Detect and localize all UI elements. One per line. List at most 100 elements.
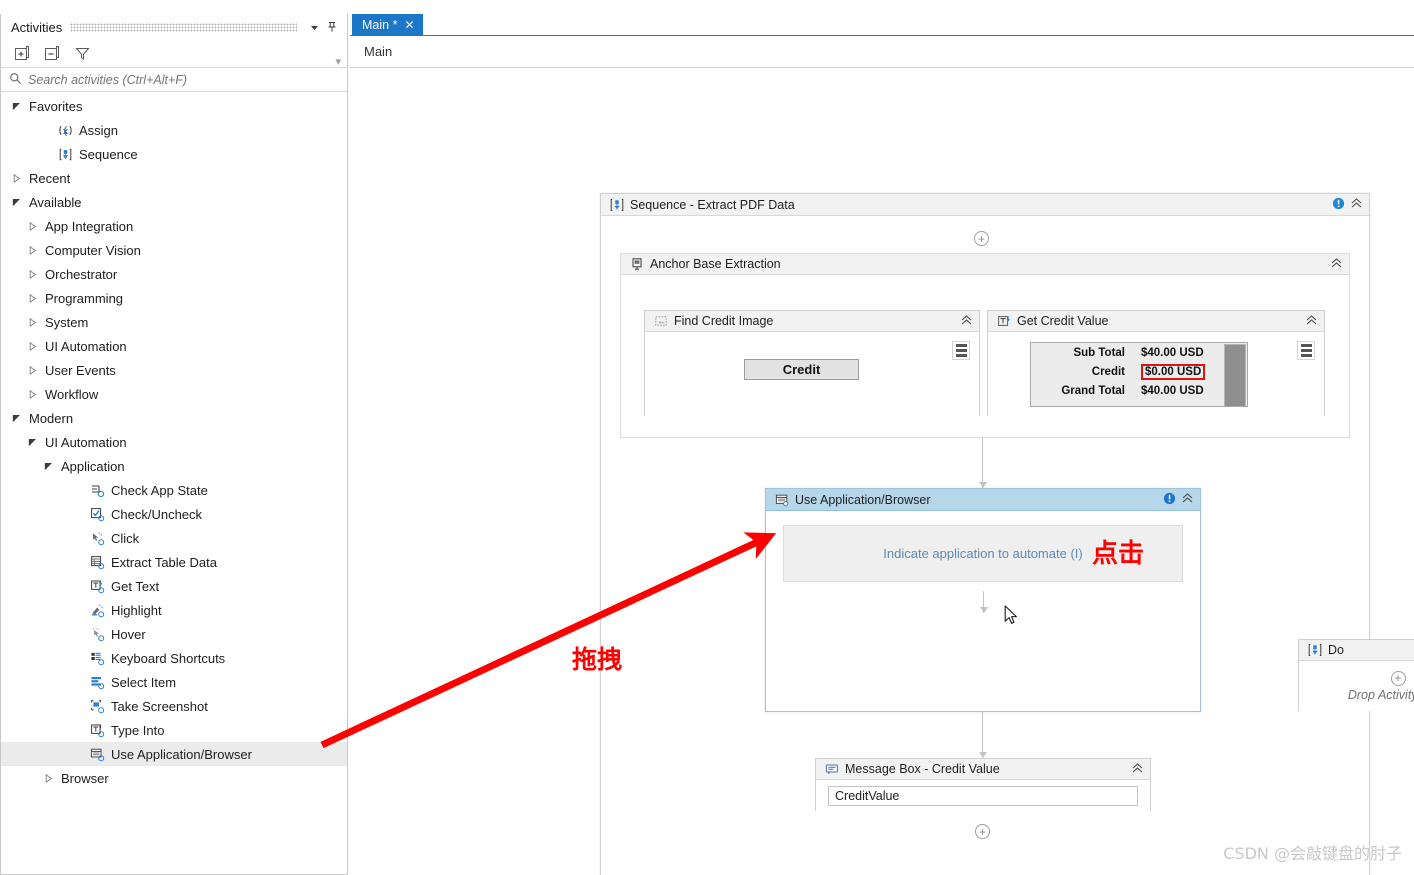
- tree-item-label: Click: [111, 530, 140, 546]
- tree-item-extract-table-data[interactable]: Extract Table Data: [1, 550, 347, 574]
- tree-item-workflow[interactable]: Workflow: [1, 382, 347, 406]
- search-activities-row[interactable]: [1, 68, 347, 92]
- tree-item-highlight[interactable]: Highlight: [1, 598, 347, 622]
- use-app-browser-title: Use Application/Browser: [795, 492, 931, 507]
- tree-item-orchestrator[interactable]: Orchestrator: [1, 262, 347, 286]
- activity-get-credit-value[interactable]: Get Credit Value Sub Total $40.00 USD Cred…: [987, 310, 1325, 416]
- tree-item-ui-automation[interactable]: UI Automation: [1, 334, 347, 358]
- tree-item-label: Keyboard Shortcuts: [111, 650, 226, 666]
- find-credit-image-header[interactable]: Find Credit Image: [645, 311, 979, 332]
- tree-item-recent[interactable]: Recent: [1, 166, 347, 190]
- check-uncheck-icon: [87, 507, 107, 522]
- twisty-collapsed-icon[interactable]: [25, 245, 39, 255]
- indicate-application-label: Indicate application to automate (I): [883, 546, 1083, 561]
- use-app-browser-header[interactable]: Use Application/Browser: [766, 489, 1200, 511]
- tree-item-hover[interactable]: Hover: [1, 622, 347, 646]
- twisty-collapsed-icon[interactable]: [25, 341, 39, 351]
- table-row: Credit $0.00 USD: [1031, 362, 1247, 381]
- add-activity-button-bottom[interactable]: +: [975, 824, 990, 839]
- hamburger-menu-icon[interactable]: [952, 341, 970, 360]
- chevron-up-icon[interactable]: [1305, 314, 1318, 329]
- anchor-base-header[interactable]: Anchor Base Extraction: [621, 254, 1349, 275]
- close-icon[interactable]: ✕: [404, 19, 414, 31]
- tree-item-click[interactable]: Click: [1, 526, 347, 550]
- table-scrollbar[interactable]: [1224, 344, 1246, 406]
- tree-item-favorites[interactable]: Favorites: [1, 94, 347, 118]
- tree-item-computer-vision[interactable]: Computer Vision: [1, 238, 347, 262]
- select-item-icon: [87, 675, 107, 690]
- get-credit-value-header[interactable]: Get Credit Value: [988, 311, 1324, 332]
- message-box-title: Message Box - Credit Value: [845, 762, 1000, 776]
- tree-item-label: Take Screenshot: [111, 698, 208, 714]
- do-body-dropzone[interactable]: + Drop Activity Here: [1299, 661, 1414, 711]
- search-input[interactable]: [28, 72, 339, 87]
- twisty-collapsed-icon[interactable]: [25, 317, 39, 327]
- pin-icon[interactable]: [323, 18, 341, 36]
- activity-use-application-browser[interactable]: Use Application/Browser Indicate applica…: [765, 488, 1414, 712]
- activity-find-credit-image[interactable]: Find Credit Image Credit: [644, 310, 980, 416]
- twisty-collapsed-icon[interactable]: [25, 221, 39, 231]
- tree-item-get-text[interactable]: Get Text: [1, 574, 347, 598]
- sequence-icon: [608, 198, 625, 212]
- chevron-down-icon[interactable]: [305, 18, 323, 36]
- tree-item-available[interactable]: Available: [1, 190, 347, 214]
- chevron-up-icon[interactable]: [960, 314, 973, 329]
- tree-item-system[interactable]: System: [1, 310, 347, 334]
- activity-do[interactable]: Do + Drop Activity Here: [1298, 639, 1414, 711]
- message-box-text-field[interactable]: CreditValue: [828, 785, 1138, 806]
- chevron-up-icon[interactable]: [1350, 197, 1363, 212]
- activities-tree[interactable]: Favorites (x Assign Sequence Recent Available…: [1, 92, 347, 874]
- tree-item-use-application-browser[interactable]: Use Application/Browser: [1, 742, 347, 766]
- tree-item-keyboard-shortcuts[interactable]: Keyboard Shortcuts: [1, 646, 347, 670]
- twisty-collapsed-icon[interactable]: [25, 389, 39, 399]
- breadcrumb-item-main[interactable]: Main: [364, 44, 392, 59]
- tree-item-label: Hover: [111, 626, 146, 642]
- tree-item-user-events[interactable]: User Events: [1, 358, 347, 382]
- twisty-collapsed-icon[interactable]: [25, 269, 39, 279]
- tree-item-take-screenshot[interactable]: Take Screenshot: [1, 694, 347, 718]
- tree-item-programming[interactable]: Programming: [1, 286, 347, 310]
- tree-item-ui-automation[interactable]: UI Automation: [1, 430, 347, 454]
- twisty-expanded-icon[interactable]: [41, 462, 55, 471]
- tree-item-modern[interactable]: Modern: [1, 406, 347, 430]
- message-box-header[interactable]: Message Box - Credit Value: [816, 759, 1150, 780]
- tree-item-check-app-state[interactable]: Check App State: [1, 478, 347, 502]
- tree-item-select-item[interactable]: Select Item: [1, 670, 347, 694]
- chevron-up-icon[interactable]: [1131, 762, 1144, 777]
- chevron-up-icon[interactable]: [1181, 492, 1194, 507]
- search-icon: [9, 72, 22, 88]
- tab-main[interactable]: Main * ✕: [352, 14, 423, 36]
- tree-item-sequence[interactable]: Sequence: [1, 142, 347, 166]
- twisty-collapsed-icon[interactable]: [25, 293, 39, 303]
- workflow-canvas[interactable]: Sequence - Extract PDF Data + Anchor Bas…: [350, 68, 1414, 875]
- twisty-collapsed-icon[interactable]: [25, 365, 39, 375]
- tree-item-app-integration[interactable]: App Integration: [1, 214, 347, 238]
- expand-all-icon[interactable]: [11, 43, 33, 65]
- tree-item-check-uncheck[interactable]: Check/Uncheck: [1, 502, 347, 526]
- activity-message-box-credit-value[interactable]: Message Box - Credit Value CreditValue: [815, 758, 1151, 811]
- drag-grip: [70, 22, 297, 32]
- toolbar-overflow-icon[interactable]: ▾: [335, 57, 341, 68]
- hamburger-menu-icon[interactable]: [1297, 341, 1315, 360]
- tree-item-assign[interactable]: (x Assign: [1, 118, 347, 142]
- info-icon[interactable]: [1163, 492, 1176, 508]
- twisty-expanded-icon[interactable]: [9, 198, 23, 207]
- activities-toolbar: ▾: [1, 40, 347, 68]
- sequence-header[interactable]: Sequence - Extract PDF Data: [601, 194, 1369, 216]
- twisty-expanded-icon[interactable]: [25, 438, 39, 447]
- chevron-up-icon[interactable]: [1330, 257, 1343, 272]
- twisty-expanded-icon[interactable]: [9, 102, 23, 111]
- collapse-all-icon[interactable]: [41, 43, 63, 65]
- activities-panel-title: Activities: [11, 19, 63, 35]
- twisty-expanded-icon[interactable]: [9, 414, 23, 423]
- twisty-collapsed-icon[interactable]: [41, 773, 55, 783]
- tree-item-browser[interactable]: Browser: [1, 766, 347, 790]
- add-activity-button-top[interactable]: +: [974, 231, 989, 246]
- info-icon[interactable]: [1332, 197, 1345, 213]
- tree-item-type-into[interactable]: Type Into: [1, 718, 347, 742]
- do-header[interactable]: Do: [1299, 640, 1414, 661]
- add-activity-button-do[interactable]: +: [1390, 670, 1406, 686]
- filter-icon[interactable]: [71, 43, 93, 65]
- tree-item-application[interactable]: Application: [1, 454, 347, 478]
- twisty-collapsed-icon[interactable]: [9, 173, 23, 183]
